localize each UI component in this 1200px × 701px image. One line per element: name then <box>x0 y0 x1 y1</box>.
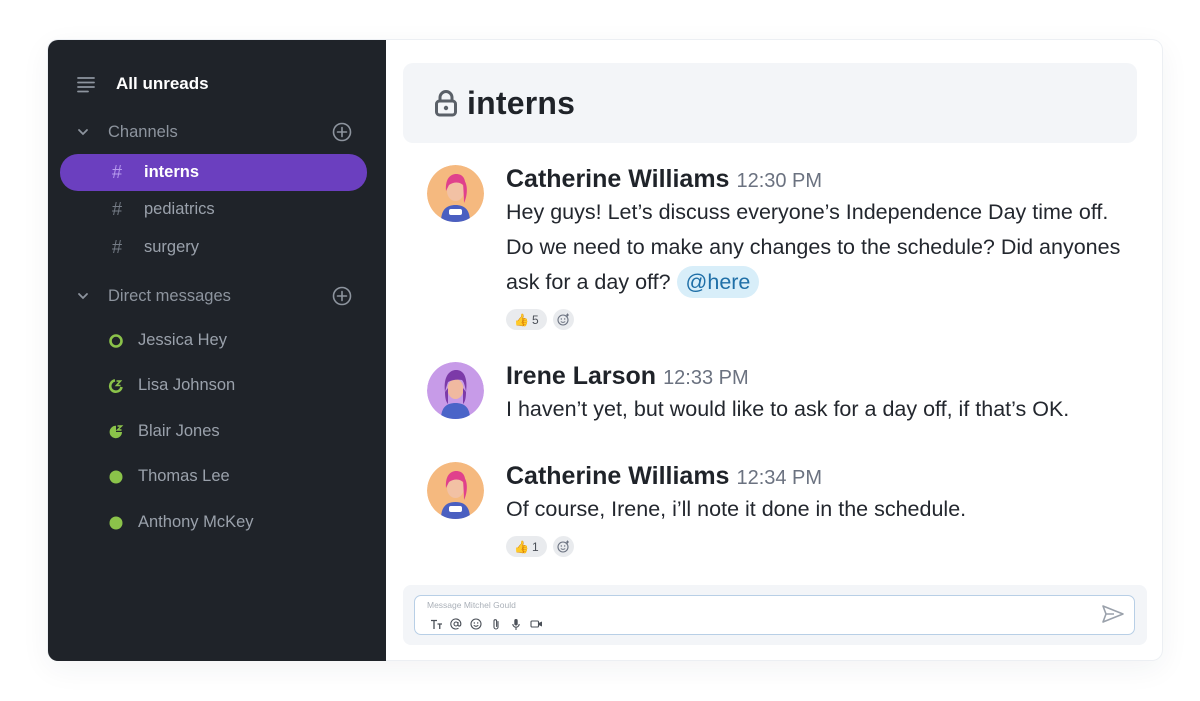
reaction-count: 1 <box>531 539 539 554</box>
sidebar-channel-interns[interactable]: # interns <box>60 154 367 191</box>
message-text: I haven’t yet, but would like to ask for… <box>506 397 1070 421</box>
message-author[interactable]: Irene Larson <box>506 362 656 391</box>
list-icon <box>76 75 96 93</box>
status-away-icon <box>108 378 124 394</box>
direct-messages-section-header[interactable]: Direct messages <box>76 286 352 306</box>
avatar[interactable] <box>427 462 484 519</box>
message-input[interactable] <box>427 600 1067 610</box>
sidebar-dm-thomas-lee[interactable]: Thomas Lee <box>108 467 230 486</box>
dm-label: Blair Jones <box>138 422 220 440</box>
dm-label: Lisa Johnson <box>138 376 236 394</box>
dm-label: Thomas Lee <box>138 467 230 485</box>
avatar[interactable] <box>427 165 484 222</box>
direct-messages-section-label: Direct messages <box>108 286 231 305</box>
channel-label: surgery <box>144 238 200 256</box>
channels-section-header[interactable]: Channels <box>76 122 352 142</box>
channel-header: interns <box>403 63 1137 143</box>
status-available-icon <box>108 333 124 349</box>
sidebar: All unreads Channels # interns # pediatr… <box>48 40 386 661</box>
sidebar-channel-surgery[interactable]: # surgery <box>60 229 367 266</box>
message-author[interactable]: Catherine Williams <box>506 165 729 194</box>
all-unreads-item[interactable]: All unreads <box>76 74 209 94</box>
sidebar-dm-jessica-hey[interactable]: Jessica Hey <box>108 331 227 350</box>
add-channel-icon[interactable] <box>332 122 352 142</box>
add-reaction-icon[interactable] <box>552 309 574 330</box>
message-text: Hey guys! Let’s discuss everyone’s Indep… <box>506 195 1126 300</box>
microphone-icon[interactable] <box>509 617 523 631</box>
reaction-thumbs-up[interactable]: 👍 5 <box>506 309 547 330</box>
channel-title: interns <box>467 84 576 121</box>
reaction-thumbs-up[interactable]: 👍 1 <box>506 536 547 557</box>
attachment-icon[interactable] <box>489 617 503 631</box>
emoji-icon[interactable] <box>469 617 483 631</box>
status-online-icon <box>108 515 124 531</box>
add-direct-message-icon[interactable] <box>332 286 352 306</box>
hash-icon: # <box>112 199 123 219</box>
sidebar-dm-anthony-mckey[interactable]: Anthony McKey <box>108 513 254 532</box>
message-composer[interactable] <box>414 595 1135 635</box>
composer-toolbar <box>429 617 549 631</box>
status-snoozed-icon <box>108 424 124 440</box>
text-format-icon[interactable] <box>429 617 443 631</box>
mention-icon[interactable] <box>449 617 463 631</box>
message-content: Irene Larson 12:33 PM I haven’t yet, but… <box>506 362 1126 427</box>
message-text-body: Hey guys! Let’s discuss everyone’s Indep… <box>506 200 1121 294</box>
channel-label: interns <box>144 163 200 181</box>
chevron-down-icon <box>76 127 94 137</box>
send-icon[interactable] <box>1101 604 1125 624</box>
message-text: Of course, Irene, i’ll note it done in t… <box>506 497 967 521</box>
video-icon[interactable] <box>529 617 543 631</box>
chevron-down-icon <box>76 291 94 301</box>
sidebar-channel-pediatrics[interactable]: # pediatrics <box>60 191 367 228</box>
message-time: 12:34 PM <box>736 467 823 489</box>
sidebar-dm-blair-jones[interactable]: Blair Jones <box>108 422 220 441</box>
channels-section-label: Channels <box>108 122 178 141</box>
message-content: Catherine Williams 12:34 PM Of course, I… <box>506 462 1126 557</box>
composer-area <box>403 585 1147 645</box>
message-content: Catherine Williams 12:30 PM Hey guys! Le… <box>506 165 1126 330</box>
channel-label: pediatrics <box>144 200 215 218</box>
add-reaction-icon[interactable] <box>552 536 574 557</box>
avatar[interactable] <box>427 362 484 419</box>
thumbs-up-icon: 👍 <box>514 312 529 327</box>
hash-icon: # <box>112 237 123 257</box>
lock-icon <box>433 89 459 117</box>
thumbs-up-icon: 👍 <box>514 539 529 554</box>
message-author[interactable]: Catherine Williams <box>506 462 729 491</box>
sidebar-dm-lisa-johnson[interactable]: Lisa Johnson <box>108 376 235 395</box>
hash-icon: # <box>112 162 123 182</box>
dm-label: Jessica Hey <box>138 331 227 349</box>
all-unreads-label: All unreads <box>116 74 209 93</box>
mention-here[interactable]: @here <box>676 266 760 298</box>
message-time: 12:30 PM <box>736 170 823 192</box>
dm-label: Anthony McKey <box>138 513 254 531</box>
reaction-count: 5 <box>531 312 539 327</box>
status-online-icon <box>108 469 124 485</box>
message-time: 12:33 PM <box>663 367 749 389</box>
